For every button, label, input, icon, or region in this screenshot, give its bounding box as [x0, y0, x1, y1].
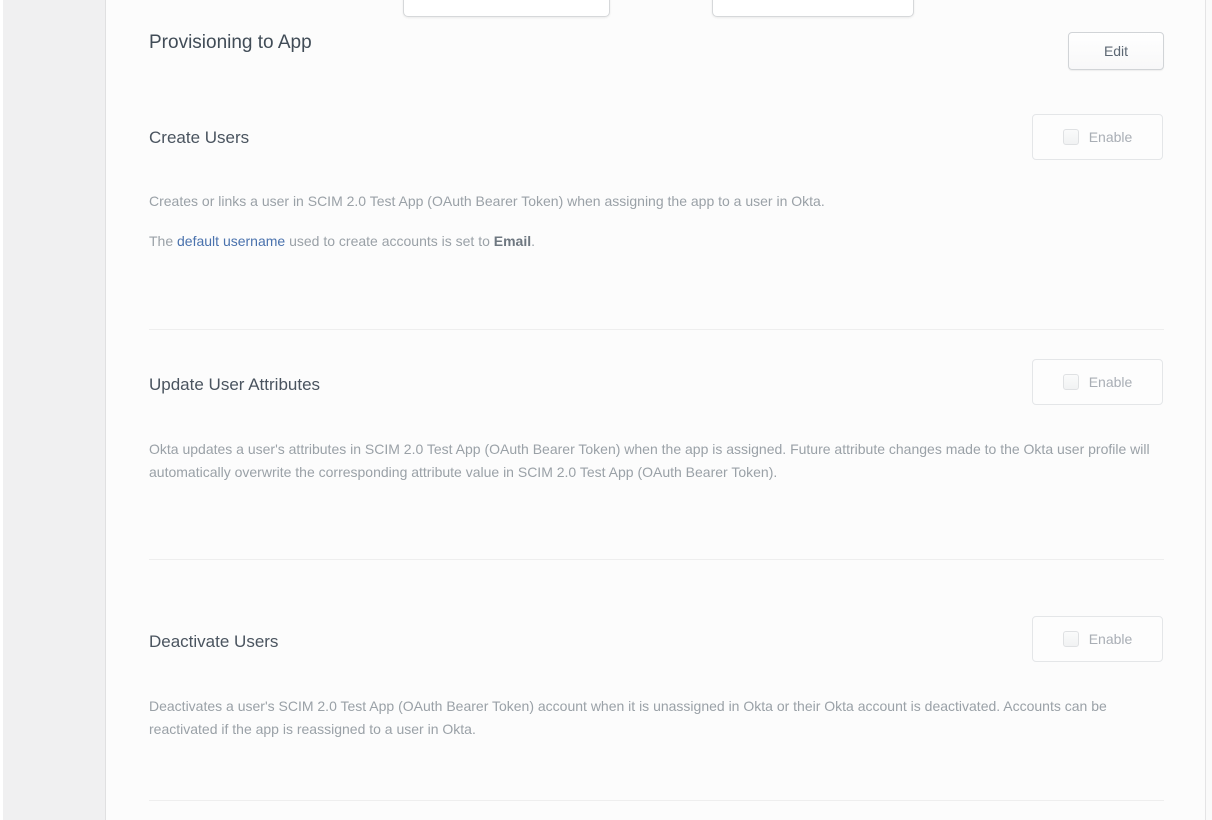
enable-toggle-create-users[interactable]: Enable: [1032, 114, 1163, 160]
enable-label: Enable: [1089, 129, 1133, 145]
enable-toggle-deactivate-users[interactable]: Enable: [1032, 616, 1163, 662]
feature-description-deactivate-users: Deactivates a user's SCIM 2.0 Test App (…: [149, 695, 1169, 741]
enable-checkbox-deactivate-users[interactable]: [1063, 631, 1079, 647]
section-divider: [149, 800, 1164, 801]
feature-description-update-user-attributes: Okta updates a user's attributes in SCIM…: [149, 438, 1169, 484]
enable-label: Enable: [1089, 631, 1133, 647]
note-bold-value: Email: [494, 233, 531, 249]
edit-button[interactable]: Edit: [1068, 32, 1164, 70]
right-page-gutter: [1206, 0, 1212, 820]
enable-label: Enable: [1089, 374, 1133, 390]
feature-title-deactivate-users: Deactivate Users: [149, 631, 278, 653]
section-divider: [149, 329, 1164, 330]
default-username-note: The default username used to create acco…: [149, 230, 1169, 253]
default-username-link[interactable]: default username: [177, 233, 285, 249]
enable-checkbox-update-user-attributes[interactable]: [1063, 374, 1079, 390]
provisioning-settings-panel: Provisioning to App Edit Create Users En…: [106, 0, 1206, 820]
feature-title-create-users: Create Users: [149, 127, 249, 149]
enable-toggle-update-user-attributes[interactable]: Enable: [1032, 359, 1163, 405]
section-divider: [149, 559, 1164, 560]
note-prefix: The: [149, 233, 177, 249]
truncated-form-field-2[interactable]: [712, 0, 914, 17]
left-nav-panel: [3, 0, 106, 820]
note-suffix: .: [531, 233, 535, 249]
truncated-form-field-1[interactable]: [403, 0, 610, 17]
feature-description-create-users: Creates or links a user in SCIM 2.0 Test…: [149, 190, 1169, 213]
enable-checkbox-create-users[interactable]: [1063, 129, 1079, 145]
feature-title-update-user-attributes: Update User Attributes: [149, 374, 320, 396]
note-middle: used to create accounts is set to: [285, 233, 494, 249]
page-title: Provisioning to App: [149, 31, 312, 55]
